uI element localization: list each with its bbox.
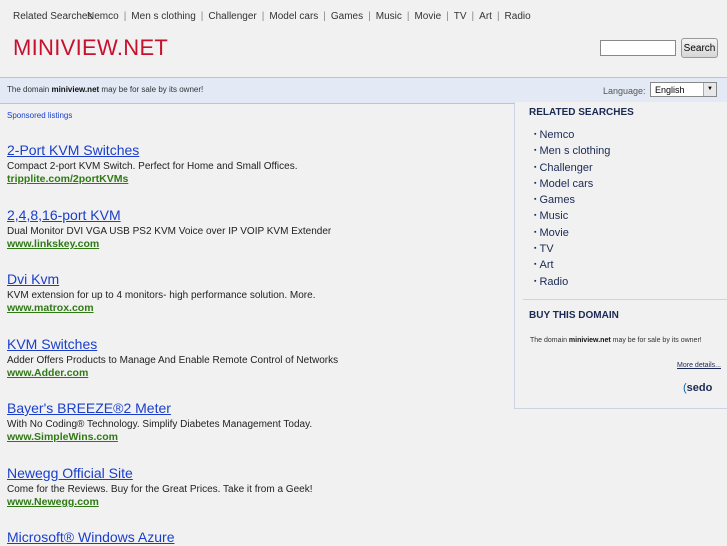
- separator: |: [123, 11, 127, 22]
- bullet-icon: ▪: [534, 228, 537, 236]
- sidebar-item-radio[interactable]: ▪ Radio: [534, 274, 610, 290]
- buy-domain-heading: BUY THIS DOMAIN: [529, 310, 619, 321]
- separator: |: [200, 11, 204, 22]
- sidebar-item-tv[interactable]: ▪ TV: [534, 241, 610, 257]
- divider: [523, 299, 727, 300]
- listing-title-link[interactable]: Bayer's BREEZE®2 Meter: [7, 400, 507, 417]
- dropdown-arrow-icon[interactable]: ▼: [703, 83, 716, 96]
- listing-description: KVM extension for up to 4 monitors- high…: [7, 290, 316, 301]
- separator: |: [496, 11, 500, 22]
- listing-title-link[interactable]: 2,4,8,16-port KVM: [7, 207, 507, 224]
- bullet-icon: ▪: [534, 147, 537, 155]
- sidebar-item-model-cars[interactable]: ▪ Model cars: [534, 176, 610, 192]
- listing-url-link[interactable]: tripplite.com/2portKVMs: [7, 173, 507, 186]
- listing-url-link[interactable]: www.matrox.com: [7, 302, 507, 315]
- listing-description: With No Coding® Technology. Simplify Dia…: [7, 419, 313, 430]
- bullet-icon: ▪: [534, 131, 537, 138]
- site-logo[interactable]: MINIVIEW.NET: [13, 35, 168, 61]
- related-searches-links: Nemco | Men s clothing | Challenger | Model ca…: [87, 11, 531, 22]
- listing-url-link[interactable]: www.Newegg.com: [7, 496, 507, 509]
- bullet-icon: ▪: [534, 196, 537, 204]
- related-searches-heading: RELATED SEARCHES: [529, 107, 634, 118]
- bullet-icon: ▪: [534, 163, 537, 171]
- search-input[interactable]: [600, 40, 676, 56]
- sidebar-item-challenger[interactable]: ▪ Challenger: [534, 160, 610, 176]
- related-searches-bar: Related Searches Nemco | Men s clothing | Ch…: [0, 0, 727, 30]
- language-select[interactable]: English ▼: [650, 82, 717, 97]
- sponsored-listings-label: Sponsored listings: [7, 111, 73, 120]
- listing-url-link[interactable]: www.Adder.com: [7, 367, 507, 380]
- listing-item: KVM Switches Adder Offers Products to Ma…: [7, 336, 507, 380]
- separator: |: [446, 11, 449, 22]
- related-searches-list: ▪ Nemco ▪ Men s clothing ▪ Challenger ▪ Mode…: [534, 127, 610, 290]
- domain-name: miniview.net: [51, 85, 100, 94]
- separator: |: [323, 11, 326, 22]
- buy-domain-name: miniview.net: [568, 337, 611, 344]
- listing-item: 2,4,8,16-port KVM Dual Monitor DVI VGA U…: [7, 207, 507, 251]
- listing-item: Bayer's BREEZE®2 Meter With No Coding® T…: [7, 400, 507, 444]
- top-link-art[interactable]: Art: [479, 11, 492, 22]
- top-link-challenger[interactable]: Challenger: [208, 11, 256, 22]
- top-link-nemco[interactable]: Nemco: [87, 11, 119, 22]
- sidebar-item-nemco[interactable]: ▪ Nemco: [534, 127, 610, 143]
- listing-item: Newegg Official Site Come for the Review…: [7, 465, 507, 509]
- listing-title-link[interactable]: Newegg Official Site: [7, 465, 507, 482]
- sidebar-item-music[interactable]: ▪ Music: [534, 208, 610, 224]
- listing-url-link[interactable]: www.linkskey.com: [7, 238, 507, 251]
- listing-description: Adder Offers Products to Manage And Enab…: [7, 355, 339, 366]
- sedo-logo[interactable]: (sedo: [683, 382, 712, 394]
- domain-info-bar: The domain miniview.net may be for sale …: [0, 77, 727, 104]
- language-value: English: [655, 85, 685, 95]
- bullet-icon: ▪: [534, 245, 537, 253]
- more-details-link[interactable]: More details...: [677, 362, 721, 369]
- separator: |: [261, 11, 265, 22]
- listing-description: Compact 2-port KVM Switch. Perfect for H…: [7, 161, 298, 172]
- top-link-movie[interactable]: Movie: [414, 11, 441, 22]
- listing-item: Microsoft® Windows Azure: [7, 529, 507, 546]
- top-link-music[interactable]: Music: [376, 11, 402, 22]
- listing-title-link[interactable]: Microsoft® Windows Azure: [7, 529, 507, 546]
- listing-item: 2-Port KVM Switches Compact 2-port KVM S…: [7, 142, 507, 186]
- top-link-radio[interactable]: Radio: [505, 11, 531, 22]
- listing-item: Dvi Kvm KVM extension for up to 4 monito…: [7, 271, 507, 315]
- related-searches-label: Related Searches: [13, 11, 93, 22]
- sidebar-item-movie[interactable]: ▪ Movie: [534, 225, 610, 241]
- bullet-icon: ▪: [534, 212, 537, 220]
- separator: |: [406, 11, 410, 22]
- listing-title-link[interactable]: Dvi Kvm: [7, 271, 507, 288]
- domain-sale-message: The domain miniview.net may be for sale …: [7, 85, 204, 94]
- bullet-icon: ▪: [534, 261, 537, 269]
- separator: |: [471, 11, 475, 22]
- separator: |: [368, 11, 371, 22]
- bullet-icon: ▪: [534, 277, 537, 285]
- listing-description: Come for the Reviews. Buy for the Great …: [7, 484, 313, 495]
- sidebar-item-mens-clothing[interactable]: ▪ Men s clothing: [534, 143, 610, 159]
- listing-url-link[interactable]: www.SimpleWins.com: [7, 431, 507, 444]
- buy-domain-message: The domain miniview.net may be for sale …: [530, 337, 702, 344]
- top-link-tv[interactable]: TV: [454, 11, 467, 22]
- sidebar: RELATED SEARCHES ▪ Nemco ▪ Men s clothing …: [514, 102, 727, 409]
- sidebar-item-art[interactable]: ▪ Art: [534, 257, 610, 273]
- search-button[interactable]: Search: [681, 38, 718, 58]
- top-link-mens-clothing[interactable]: Men s clothing: [131, 11, 195, 22]
- listing-title-link[interactable]: KVM Switches: [7, 336, 507, 353]
- top-link-games[interactable]: Games: [331, 11, 363, 22]
- bullet-icon: ▪: [534, 179, 537, 187]
- listing-title-link[interactable]: 2-Port KVM Switches: [7, 142, 507, 159]
- language-label: Language:: [603, 86, 646, 96]
- top-link-model-cars[interactable]: Model cars: [269, 11, 318, 22]
- listing-description: Dual Monitor DVI VGA USB PS2 KVM Voice o…: [7, 226, 332, 237]
- sidebar-item-games[interactable]: ▪ Games: [534, 192, 610, 208]
